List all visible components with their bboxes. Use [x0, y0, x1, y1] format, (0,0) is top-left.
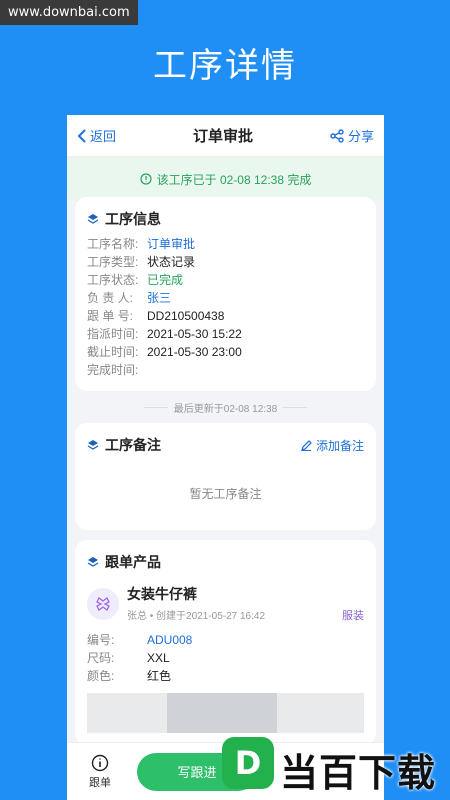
product-creator: 张总 • 创建于2021-05-27 16:42	[127, 611, 266, 622]
notes-card: 工序备注 添加备注 暂无工序备注	[75, 423, 376, 530]
info-row: 负 责 人: 张三	[87, 289, 364, 307]
info-value: 红色	[147, 669, 172, 683]
page-title: 订单审批	[192, 128, 253, 145]
info-value: ADU008	[147, 633, 193, 647]
info-row: 完成时间:	[87, 361, 364, 379]
process-info-title: 工序信息	[87, 209, 364, 229]
promo-title: 工序详情	[153, 47, 297, 85]
info-row: 指派时间: 2021-05-30 15:22	[87, 325, 364, 343]
product-photo	[87, 693, 364, 733]
info-label: 颜色:	[87, 669, 115, 683]
info-label: 跟 单 号:	[87, 309, 134, 323]
follow-tab-button[interactable]: 跟单	[67, 754, 133, 790]
status-banner: 该工序已于 02-08 12:38 完成	[67, 157, 384, 201]
product-card: 跟单产品 女装牛仔裤 张总 • 创建于2021-05-27 16:42 服装 编…	[75, 540, 376, 745]
info-label: 负 责 人:	[87, 291, 134, 305]
info-value: 已完成	[147, 273, 184, 287]
info-label: 截止时间:	[87, 345, 139, 359]
layers-icon	[87, 557, 99, 567]
phone-screen: 返回 订单审批 分享 该工序已于 02-08 12:38 完成 工序信息 工序名…	[67, 115, 384, 800]
info-value: 2021-05-30 15:22	[147, 327, 242, 341]
last-updated: 最后更新于02-08 12:38	[67, 391, 384, 423]
product-name: 女装牛仔裤	[127, 586, 197, 602]
brand-logo-mark: D	[222, 737, 274, 789]
info-row: 工序类型: 状态记录	[87, 253, 364, 271]
info-circle-icon	[91, 754, 109, 771]
info-row: 尺码: XXL	[87, 649, 364, 667]
top-nav-bar: 返回 订单审批 分享	[67, 115, 384, 157]
empty-notes-text: 暂无工序备注	[189, 487, 262, 501]
info-label: 尺码:	[87, 651, 115, 665]
layers-icon	[87, 214, 99, 224]
info-row: 工序名称: 订单审批	[87, 235, 364, 253]
product-section-title: 跟单产品	[87, 552, 364, 572]
share-button[interactable]: 分享	[330, 126, 374, 145]
info-label: 完成时间:	[87, 363, 139, 377]
info-value: XXL	[147, 651, 170, 665]
info-circle-icon	[140, 173, 152, 185]
brand-logo-text: 当百下载	[280, 753, 437, 795]
info-row: 跟 单 号: DD210500438	[87, 307, 364, 325]
info-value: 2021-05-30 23:00	[147, 345, 242, 359]
back-label: 返回	[90, 129, 117, 144]
product-icon	[87, 587, 119, 620]
product-item[interactable]: 女装牛仔裤 张总 • 创建于2021-05-27 16:42 服装	[87, 584, 364, 623]
info-row: 编号: ADU008	[87, 631, 364, 649]
info-value: 张三	[147, 291, 172, 305]
layers-icon	[87, 440, 99, 450]
edit-icon	[301, 439, 312, 451]
status-text: 该工序已于 02-08 12:38 完成	[156, 172, 312, 187]
info-value: 订单审批	[147, 237, 196, 251]
watermark-url: www.downbai.com	[0, 0, 138, 25]
info-label: 指派时间:	[87, 327, 139, 341]
notes-title: 工序备注	[87, 435, 161, 455]
info-label: 工序状态:	[87, 273, 139, 287]
add-note-button[interactable]: 添加备注	[301, 437, 364, 454]
share-icon	[330, 128, 344, 143]
info-value: 状态记录	[147, 255, 196, 269]
info-row: 工序状态: 已完成	[87, 271, 364, 289]
product-tag: 服装	[342, 610, 364, 622]
info-row: 颜色: 红色	[87, 667, 364, 685]
process-info-card: 工序信息 工序名称: 订单审批 工序类型: 状态记录 工序状态: 已完成负 责 人: 张三跟…	[75, 197, 376, 391]
info-value: DD210500438	[147, 309, 225, 323]
share-label: 分享	[347, 129, 374, 144]
chevron-left-icon	[77, 128, 86, 143]
info-label: 工序类型:	[87, 255, 139, 269]
info-row: 截止时间: 2021-05-30 23:00	[87, 343, 364, 361]
info-label: 编号:	[87, 633, 115, 647]
back-button[interactable]: 返回	[77, 126, 116, 145]
info-label: 工序名称:	[87, 237, 139, 251]
